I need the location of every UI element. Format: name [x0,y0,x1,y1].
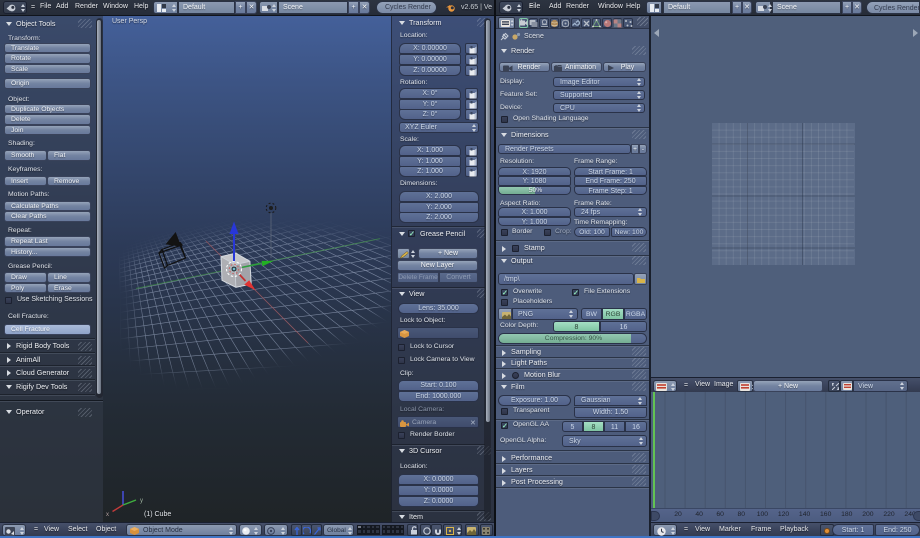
svg-text:x: x [106,512,109,518]
svg-text:y: y [140,498,143,504]
